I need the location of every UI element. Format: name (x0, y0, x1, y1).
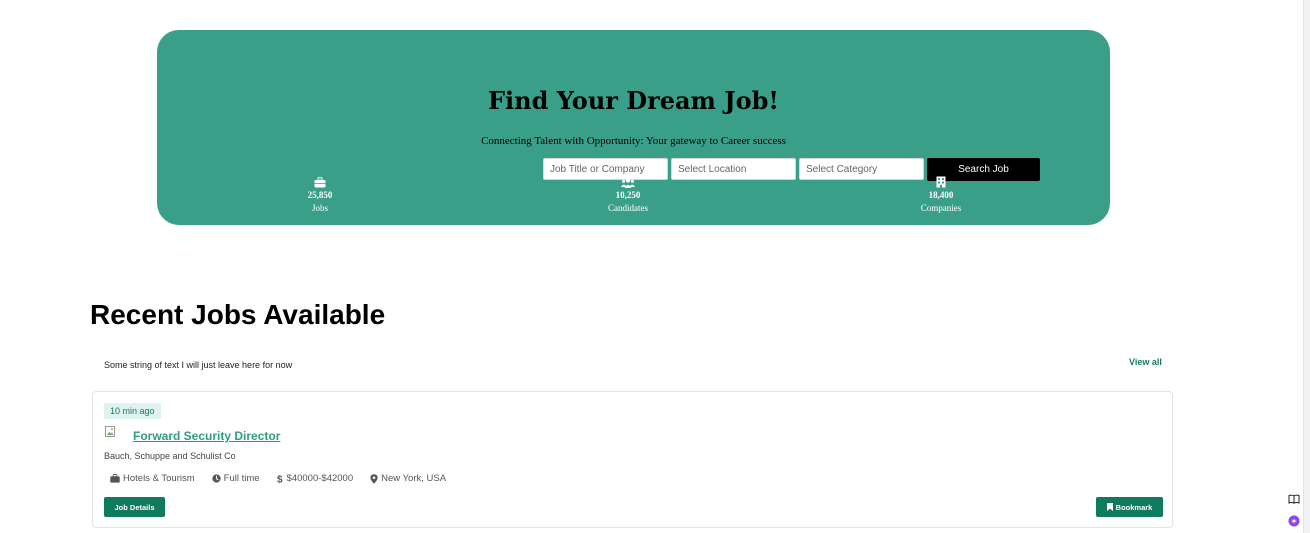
view-all-link[interactable]: View all (1129, 357, 1162, 367)
stat-candidates: 10,250 Candidates (568, 175, 688, 215)
stat-candidates-value: 10,250 (615, 190, 641, 200)
stat-jobs: 25,850 Jobs (260, 175, 380, 215)
bookmark-button[interactable]: Bookmark (1096, 497, 1163, 517)
job-type: Full time (212, 473, 260, 484)
job-category: Hotels & Tourism (110, 473, 195, 484)
map-pin-icon (370, 473, 378, 484)
building-icon (881, 175, 1001, 188)
page-scrollbar[interactable] (1303, 0, 1310, 533)
briefcase-icon (260, 175, 380, 188)
job-location: New York, USA (370, 473, 446, 484)
clock-icon (212, 474, 221, 483)
briefcase-icon (110, 474, 120, 483)
users-icon (568, 175, 688, 188)
job-location-label: New York, USA (381, 473, 447, 484)
dollar-icon: $ (277, 474, 283, 484)
recent-jobs-description: Some string of text I will just leave he… (104, 360, 293, 370)
job-salary: $ $40000-$42000 (277, 473, 354, 484)
job-salary-label: $40000-$42000 (286, 473, 354, 484)
job-card: 10 min ago Forward Security Director Bau… (92, 391, 1173, 528)
posted-time-badge: 10 min ago (104, 403, 161, 419)
stat-companies-label: Companies (920, 203, 962, 213)
job-category-label: Hotels & Tourism (123, 473, 195, 484)
book-open-icon[interactable] (1288, 492, 1300, 504)
stat-jobs-label: Jobs (311, 203, 328, 213)
stat-companies-value: 18,400 (928, 190, 954, 200)
bookmark-icon (1106, 503, 1113, 511)
company-logo-image (105, 425, 117, 437)
hero-title: Find Your Dream Job! (488, 86, 779, 115)
company-name: Bauch, Schuppe and Schulist Co (104, 451, 236, 461)
hero-banner: Find Your Dream Job! Connecting Talent w… (157, 30, 1110, 225)
stat-candidates-label: Candidates (608, 203, 648, 213)
svg-text:$: $ (277, 474, 283, 484)
hero-subtitle: Connecting Talent with Opportunity: Your… (481, 135, 786, 147)
extension-icon[interactable] (1288, 514, 1300, 527)
recent-jobs-heading: Recent Jobs Available (90, 299, 386, 330)
job-title-link[interactable]: Forward Security Director (133, 429, 280, 443)
job-type-label: Full time (223, 473, 260, 484)
job-meta: Hotels & Tourism Full time $ $40000-$420… (110, 473, 463, 484)
job-details-button[interactable]: Job Details (104, 497, 165, 517)
location-select[interactable] (671, 158, 796, 180)
stat-companies: 18,400 Companies (881, 175, 1001, 215)
stat-jobs-value: 25,850 (307, 190, 333, 200)
bookmark-label: Bookmark (1115, 502, 1153, 512)
